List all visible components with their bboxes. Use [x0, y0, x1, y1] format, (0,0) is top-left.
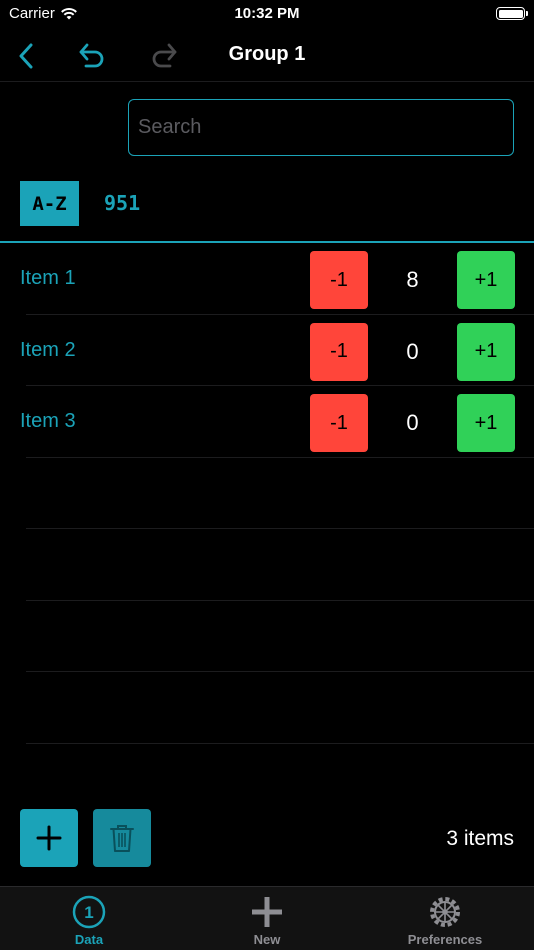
- item-value: 0: [406, 410, 419, 435]
- decrement-button[interactable]: -1: [310, 322, 368, 381]
- nav-bar: Group 1: [0, 30, 534, 82]
- item-value: 0: [406, 338, 419, 364]
- list-item[interactable]: Item 1 -1 8 +1: [0, 243, 534, 315]
- item-list: Item 1 -1 8 +1 Item 2 -1 0 +1 Item 3 -1 …: [0, 243, 534, 744]
- item-value: 8: [406, 267, 419, 292]
- plus-icon: [252, 897, 282, 927]
- increment-button[interactable]: +1: [457, 322, 515, 381]
- add-item-button[interactable]: [20, 809, 78, 867]
- number-one-circle-icon: 1: [72, 895, 106, 929]
- empty-row: [0, 458, 534, 530]
- svg-text:1: 1: [84, 903, 93, 922]
- empty-row: [0, 672, 534, 744]
- tab-preferences[interactable]: Preferences: [356, 895, 534, 947]
- plus-icon: [36, 825, 62, 851]
- page-title: Group 1: [228, 43, 306, 65]
- search-input[interactable]: [128, 99, 514, 156]
- item-count: 3 items: [446, 827, 514, 850]
- decrement-button[interactable]: -1: [310, 251, 368, 309]
- trash-icon: [110, 825, 134, 852]
- item-name[interactable]: Item 1: [20, 267, 76, 290]
- increment-button[interactable]: +1: [457, 251, 515, 309]
- tab-new[interactable]: New: [178, 895, 356, 947]
- increment-button[interactable]: +1: [457, 394, 515, 452]
- tab-label: Data: [74, 932, 104, 947]
- total-count: 951: [104, 191, 141, 215]
- list-item[interactable]: Item 2 -1 0 +1: [0, 315, 534, 387]
- tab-label: Preferences: [407, 932, 483, 947]
- status-bar: Carrier 10:32 PM: [0, 0, 534, 28]
- empty-row: [0, 529, 534, 601]
- gear-icon: [430, 897, 460, 927]
- sort-button[interactable]: A-Z: [20, 181, 79, 226]
- decrement-button[interactable]: -1: [310, 394, 368, 452]
- battery-icon: [496, 7, 528, 20]
- item-name[interactable]: Item 2: [20, 339, 76, 362]
- tab-data[interactable]: 1 Data: [0, 895, 178, 947]
- delete-button[interactable]: [93, 809, 151, 867]
- empty-row: [0, 601, 534, 673]
- tab-bar: 1 Data New Preferences: [0, 886, 534, 950]
- status-time: 10:32 PM: [234, 5, 300, 22]
- item-name[interactable]: Item 3: [20, 410, 76, 433]
- tab-label: New: [253, 932, 281, 947]
- list-item[interactable]: Item 3 -1 0 +1: [0, 386, 534, 458]
